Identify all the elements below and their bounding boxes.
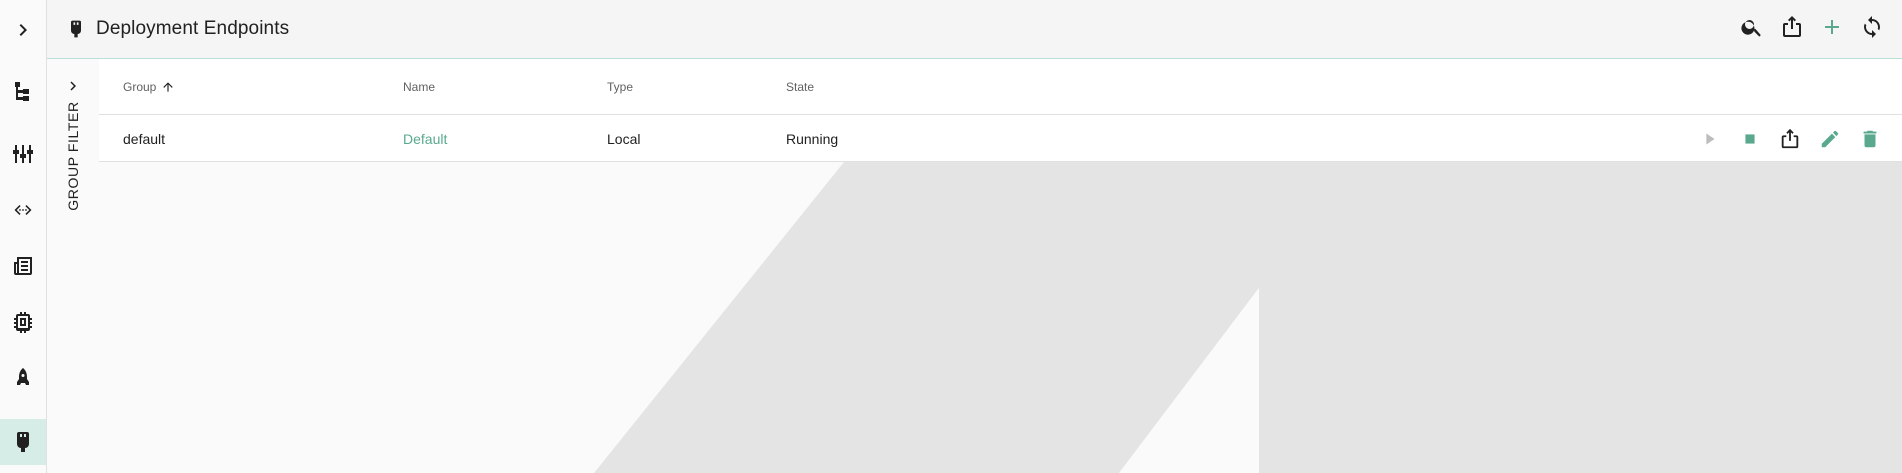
rail-item-rocket[interactable]	[0, 355, 46, 401]
rail-item-code[interactable]	[0, 187, 46, 233]
rail-item-instance-hierarchy[interactable]	[0, 68, 46, 114]
row-actions	[1690, 123, 1890, 155]
delete-button[interactable]	[1850, 123, 1890, 155]
table-row[interactable]: default Default Local Running	[99, 115, 1902, 162]
hierarchy-icon	[15, 82, 29, 101]
export-row-button[interactable]	[1770, 123, 1810, 155]
export-icon	[1781, 128, 1799, 149]
group-filter-toggle[interactable]: GROUP FILTER	[61, 101, 85, 211]
column-header-name[interactable]: Name	[403, 59, 435, 115]
expand-rail-button[interactable]	[0, 7, 46, 53]
trash-icon	[1863, 130, 1877, 148]
refresh-icon	[1864, 16, 1880, 38]
side-rail	[0, 0, 47, 473]
group-filter-expand-button[interactable]	[61, 74, 85, 98]
app-window: Deployment Endpoints GROUP FILTER Group …	[0, 0, 1902, 473]
rocket-icon	[17, 368, 29, 385]
column-header-group[interactable]: Group	[123, 59, 175, 115]
arrow-up-icon	[163, 82, 174, 92]
cell-name-link[interactable]: Default	[403, 115, 447, 162]
add-button[interactable]	[1812, 12, 1852, 42]
endpoints-table: Group Name Type State default Default Lo…	[99, 59, 1902, 162]
column-header-type[interactable]: Type	[607, 59, 633, 115]
code-icon	[14, 205, 32, 215]
stop-icon	[1745, 134, 1755, 144]
column-header-state[interactable]: State	[786, 59, 814, 115]
rail-item-chip[interactable]	[0, 299, 46, 345]
search-icon	[1741, 20, 1761, 37]
cell-state: Running	[786, 130, 839, 147]
refresh-button[interactable]	[1852, 12, 1892, 42]
search-button[interactable]	[1732, 12, 1772, 42]
add-icon	[1825, 20, 1839, 34]
newspaper-icon	[14, 257, 32, 275]
chevron-right-icon	[70, 81, 76, 91]
chip-icon	[14, 312, 32, 333]
background-pattern	[99, 162, 1902, 473]
rail-item-newspaper[interactable]	[0, 243, 46, 289]
play-icon	[1706, 133, 1715, 145]
rail-item-deployment-endpoints[interactable]	[0, 419, 46, 465]
group-filter-label: GROUP FILTER	[65, 101, 81, 211]
chevron-right-icon	[19, 24, 27, 36]
cell-type: Local	[607, 130, 641, 147]
export-icon	[1783, 16, 1801, 37]
header-toolbar	[1732, 12, 1892, 42]
pencil-icon	[1821, 130, 1839, 148]
table-header: Group Name Type State	[99, 59, 1902, 115]
start-button[interactable]	[1690, 123, 1730, 155]
stop-button[interactable]	[1730, 123, 1770, 155]
cell-group: default	[123, 130, 166, 147]
page-header: Deployment Endpoints	[47, 0, 1902, 59]
page-title: Deployment Endpoints	[96, 18, 290, 39]
group-filter-panel: GROUP FILTER	[47, 59, 99, 473]
export-button[interactable]	[1772, 12, 1812, 42]
plug-icon	[17, 432, 29, 452]
rail-item-mixer[interactable]	[0, 131, 46, 177]
plug-icon	[64, 17, 88, 41]
mixer-icon	[13, 145, 33, 163]
edit-button[interactable]	[1810, 123, 1850, 155]
